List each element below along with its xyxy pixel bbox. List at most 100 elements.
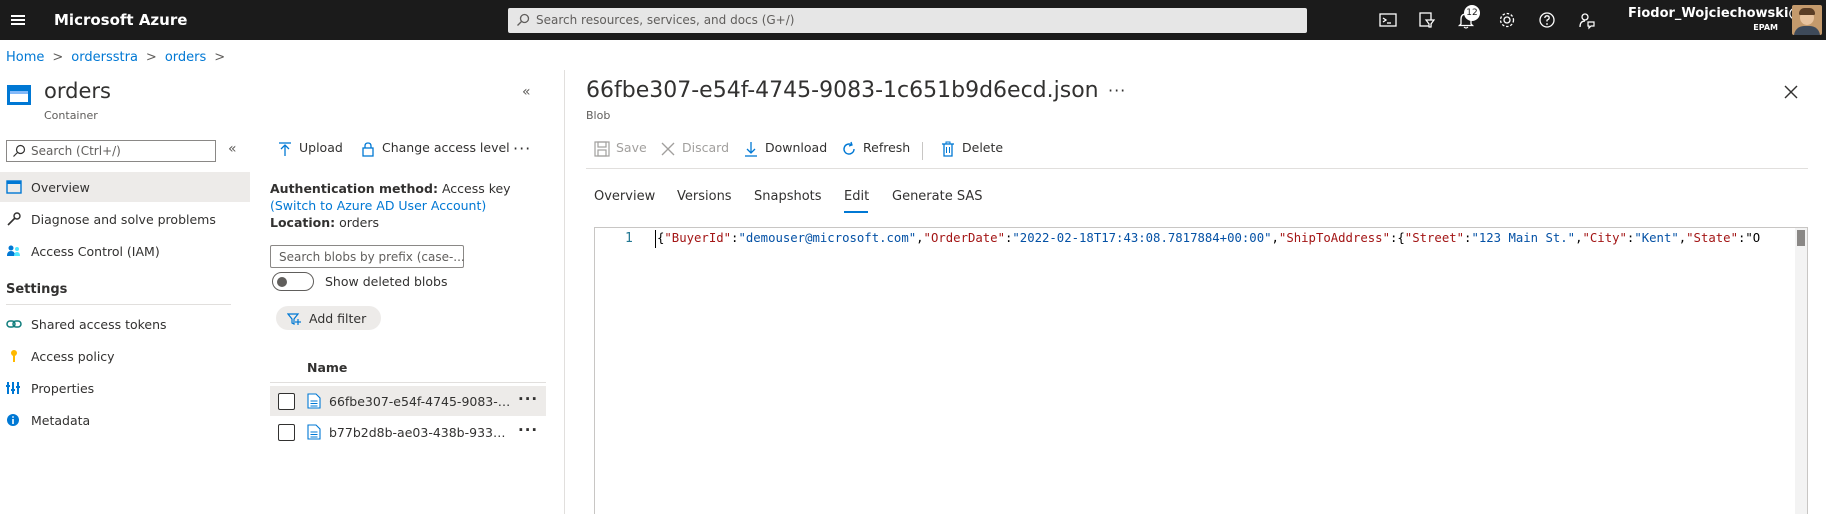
filter-add-icon [287, 313, 301, 325]
json-key: "BuyerId" [664, 231, 732, 245]
upload-button[interactable]: Upload [277, 140, 343, 162]
more-options-icon[interactable]: ··· [513, 139, 531, 158]
discard-button[interactable]: Discard [660, 140, 729, 162]
key-icon [11, 350, 17, 362]
blob-prefix-search-input[interactable]: Search blobs by prefix (case-... [270, 245, 465, 268]
help-icon[interactable] [1537, 10, 1557, 30]
nav-item-metadata[interactable]: Metadata [0, 405, 250, 435]
toolbar-divider-line [586, 168, 1808, 169]
json-key: "ShipToAddress" [1278, 231, 1390, 245]
blob-name[interactable]: 66fbe307-e54f-4745-9083-1c6... [329, 394, 511, 409]
download-button[interactable]: Download [743, 140, 827, 162]
refresh-label: Refresh [863, 140, 911, 155]
nav-search-input[interactable]: Search (Ctrl+/) [6, 140, 216, 162]
hamburger-menu-icon[interactable] [8, 9, 30, 31]
json-key: "Street" [1404, 231, 1465, 245]
column-divider [270, 382, 546, 383]
container-icon [7, 85, 31, 105]
save-button[interactable]: Save [594, 140, 647, 162]
auth-info: Authentication method: Access key (Switc… [270, 180, 550, 231]
json-punctuation: :"O [1737, 231, 1761, 245]
nav-item-access-policy[interactable]: Access policy [0, 341, 250, 371]
directory-filter-icon[interactable] [1417, 10, 1437, 30]
settings-gear-icon[interactable] [1497, 10, 1517, 30]
top-bar: Microsoft Azure Search resources, servic… [0, 0, 1826, 40]
nav-item-iam[interactable]: Access Control (IAM) [0, 236, 250, 266]
row-checkbox[interactable] [278, 393, 295, 410]
collapse-panel-icon[interactable]: « [522, 84, 531, 100]
refresh-icon [843, 141, 855, 155]
json-punctuation: , [1575, 231, 1583, 245]
breadcrumb-container[interactable]: orders [165, 50, 206, 65]
info-icon [7, 414, 19, 426]
change-access-level-button[interactable]: Change access level [360, 140, 510, 162]
feedback-icon[interactable] [1577, 10, 1597, 30]
code-editor[interactable]: 1 {"BuyerId":"demouser@microsoft.com","O… [594, 227, 1808, 514]
close-icon[interactable] [1782, 83, 1800, 101]
tab-overview[interactable]: Overview [594, 189, 655, 204]
switch-auth-link[interactable]: (Switch to Azure AD User Account) [270, 198, 486, 213]
json-value: "Kent" [1634, 231, 1679, 245]
json-value: "demouser@microsoft.com" [738, 231, 917, 245]
nav-search-placeholder: Search (Ctrl+/) [31, 144, 121, 158]
auth-method-value: Access key [441, 181, 511, 196]
global-search-input[interactable]: Search resources, services, and docs (G+… [508, 8, 1307, 33]
table-row[interactable]: 66fbe307-e54f-4745-9083-1c6... ··· [270, 386, 546, 416]
nav-item-properties[interactable]: Properties [0, 373, 250, 403]
column-header-name[interactable]: Name [307, 360, 347, 375]
auth-method-label: Authentication method: [270, 181, 438, 196]
discard-label: Discard [682, 140, 729, 155]
add-filter-button[interactable]: Add filter [276, 306, 381, 330]
nav-item-label: Shared access tokens [31, 317, 167, 332]
table-row[interactable]: b77b2d8b-ae03-438b-9338-1... ··· [270, 417, 546, 447]
nav-item-label: Metadata [31, 413, 91, 428]
pane-divider [564, 70, 565, 514]
tab-snapshots[interactable]: Snapshots [754, 189, 822, 204]
nav-divider [6, 304, 231, 305]
blob-title: 66fbe307-e54f-4745-9083-1c651b9d6ecd.jso… [586, 78, 1099, 103]
account-menu[interactable]: Fiodor_Wojciechowski@... EPAM [1628, 6, 1816, 32]
blob-more-icon[interactable]: ··· [1108, 81, 1126, 100]
breadcrumb: Home > ordersstra > orders > [6, 50, 233, 65]
blob-name[interactable]: b77b2d8b-ae03-438b-9338-1... [329, 425, 511, 440]
editor-scrollbar[interactable] [1795, 228, 1807, 514]
download-icon [745, 141, 757, 157]
line-number: 1 [625, 231, 633, 246]
trash-icon [942, 141, 954, 157]
tab-edit[interactable]: Edit [844, 189, 869, 204]
nav-item-shared-access-tokens[interactable]: Shared access tokens [0, 309, 250, 339]
text-cursor [655, 230, 656, 248]
change-access-label: Change access level [382, 140, 510, 155]
json-value: "123 Main St." [1471, 231, 1576, 245]
breadcrumb-storage-account[interactable]: ordersstra [71, 50, 138, 65]
chevron-right-icon: > [214, 50, 226, 65]
delete-button[interactable]: Delete [940, 140, 1003, 162]
prefix-placeholder: Search blobs by prefix (case-... [279, 250, 465, 264]
page-subtitle: Container [44, 109, 98, 122]
row-checkbox[interactable] [278, 424, 295, 441]
upload-icon [279, 141, 291, 156]
page-title: orders [44, 79, 111, 103]
delete-label: Delete [962, 140, 1004, 155]
avatar[interactable] [1792, 5, 1822, 35]
row-more-icon[interactable]: ··· [518, 390, 538, 408]
breadcrumb-home[interactable]: Home [6, 50, 44, 65]
nav-item-label: Access policy [31, 349, 115, 364]
properties-icon [6, 382, 20, 394]
brand-title[interactable]: Microsoft Azure [54, 11, 187, 29]
row-more-icon[interactable]: ··· [518, 421, 538, 439]
nav-item-overview[interactable]: Overview [0, 172, 250, 202]
refresh-button[interactable]: Refresh [841, 140, 910, 162]
show-deleted-toggle[interactable] [272, 272, 314, 291]
tab-versions[interactable]: Versions [677, 189, 732, 204]
nav-item-diagnose[interactable]: Diagnose and solve problems [0, 204, 250, 234]
discard-x-icon [661, 142, 675, 155]
location-value: orders [339, 215, 379, 230]
collapse-nav-icon[interactable]: « [228, 141, 237, 157]
cloud-shell-icon[interactable] [1378, 10, 1398, 30]
search-icon [517, 13, 530, 26]
json-value: "2022-02-18T17:43:08.7817884+00:00" [1012, 231, 1272, 245]
chevron-right-icon: > [52, 50, 64, 65]
tab-generate-sas[interactable]: Generate SAS [892, 189, 983, 204]
nav-section-settings: Settings [6, 282, 68, 297]
